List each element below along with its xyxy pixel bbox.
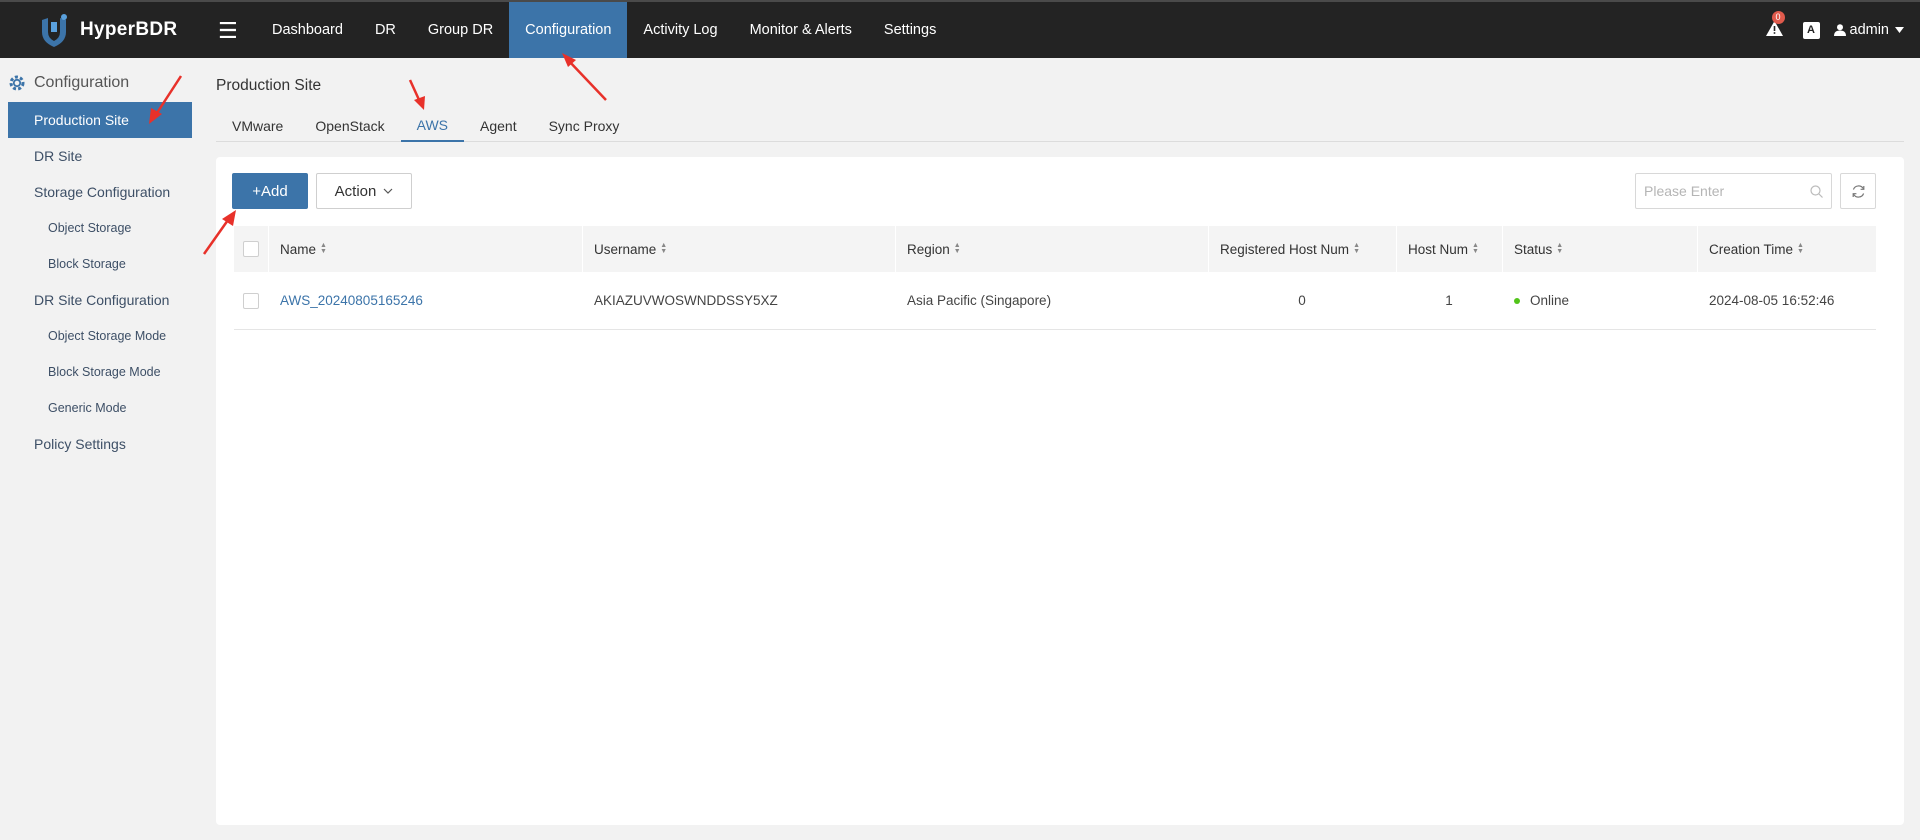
- app-logo[interactable]: HyperBDR: [36, 12, 177, 48]
- annotation-arrow-configuration: [562, 53, 607, 101]
- user-menu[interactable]: admin: [1833, 22, 1904, 38]
- search-box: [1635, 173, 1832, 209]
- sidebar-item-policy-settings[interactable]: Policy Settings: [8, 426, 192, 462]
- top-navbar: HyperBDR ☰ Dashboard DR Group DR Configu…: [0, 0, 1920, 58]
- tab-aws[interactable]: AWS: [400, 110, 464, 142]
- column-header-username[interactable]: Username ▲ ▼: [582, 226, 895, 272]
- sidebar: Configuration Production Site DR Site St…: [0, 58, 200, 840]
- platform-tabs: VMware OpenStack AWS Agent Sync Proxy: [216, 110, 1904, 142]
- sort-icon: ▲ ▼: [1472, 242, 1479, 255]
- sidebar-item-block-storage[interactable]: Block Storage: [8, 246, 192, 282]
- column-header-status[interactable]: Status ▲ ▼: [1502, 226, 1697, 272]
- column-header-registered-host-num[interactable]: Registered Host Num ▲ ▼: [1208, 226, 1396, 272]
- main-nav: Dashboard DR Group DR Configuration Acti…: [256, 2, 952, 58]
- tab-openstack[interactable]: OpenStack: [299, 110, 400, 142]
- sidebar-item-object-storage-mode[interactable]: Object Storage Mode: [8, 318, 192, 354]
- sort-icon: ▲ ▼: [660, 242, 668, 255]
- table-row[interactable]: AWS_20240805165246 AKIAZUVWOSWNDDSSY5XZ …: [234, 272, 1876, 330]
- nav-dr[interactable]: DR: [359, 2, 412, 58]
- status-text: Online: [1530, 293, 1570, 308]
- sidebar-item-block-storage-mode[interactable]: Block Storage Mode: [8, 354, 192, 390]
- nav-configuration[interactable]: Configuration: [509, 2, 628, 58]
- top-right-tools: 0 A admin: [1765, 2, 1904, 58]
- cell-creation-time: 2024-08-05 16:52:46: [1709, 293, 1835, 308]
- sidebar-item-storage-configuration[interactable]: Storage Configuration: [8, 174, 192, 210]
- chevron-down-icon: [383, 188, 393, 194]
- page-title: Production Site: [216, 77, 322, 94]
- refresh-button[interactable]: [1840, 173, 1876, 209]
- sidebar-item-dr-site[interactable]: DR Site: [8, 138, 192, 174]
- sidebar-title: Configuration: [34, 74, 130, 91]
- content-panel: +Add Action Name ▲▼: [216, 157, 1904, 825]
- annotation-arrow-aws-tab: [408, 79, 425, 110]
- nav-dashboard[interactable]: Dashboard: [256, 2, 359, 58]
- action-label: Action: [334, 182, 377, 200]
- sort-icon: ▲ ▼: [1353, 242, 1360, 255]
- search-icon[interactable]: [1810, 184, 1823, 198]
- table-header: Name ▲ ▼ Username ▲ ▼ Region ▲ ▼ Registered…: [234, 226, 1876, 272]
- sidebar-header: Configuration: [8, 74, 129, 92]
- alerts-button[interactable]: 0: [1765, 10, 1785, 40]
- header-cell-select: [234, 226, 268, 272]
- nav-activity-log[interactable]: Activity Log: [627, 2, 733, 58]
- cell-region: Asia Pacific (Singapore): [907, 293, 1052, 308]
- alert-count-badge: 0: [1771, 10, 1785, 24]
- sort-icon: ▲ ▼: [320, 242, 327, 255]
- column-header-name[interactable]: Name ▲ ▼: [268, 226, 582, 272]
- column-header-host-num[interactable]: Host Num ▲ ▼: [1396, 226, 1502, 272]
- refresh-icon: [1852, 184, 1864, 198]
- sidebar-item-generic-mode[interactable]: Generic Mode: [8, 390, 192, 426]
- column-header-creation-time[interactable]: Creation Time ▲ ▼: [1697, 226, 1876, 272]
- select-all-checkbox[interactable]: [243, 241, 259, 257]
- sidebar-item-object-storage[interactable]: Object Storage: [8, 210, 192, 246]
- user-name: admin: [1849, 22, 1890, 38]
- add-button[interactable]: +Add: [232, 173, 308, 209]
- tab-vmware[interactable]: VMware: [216, 110, 299, 142]
- row-select-cell: [234, 272, 268, 329]
- sort-icon: ▲ ▼: [1556, 242, 1564, 255]
- sort-icon: ▲ ▼: [953, 242, 961, 255]
- site-name-link[interactable]: AWS_20240805165246: [280, 293, 423, 308]
- status-dot: [1514, 297, 1520, 304]
- aws-sites-table: Name ▲ ▼ Username ▲ ▼ Region ▲ ▼ Registered…: [234, 226, 1876, 330]
- nav-monitor-alerts[interactable]: Monitor & Alerts: [734, 2, 868, 58]
- tab-agent[interactable]: Agent: [464, 110, 533, 142]
- cell-registered-host-num: 0: [1298, 293, 1306, 308]
- row-checkbox[interactable]: [243, 292, 259, 309]
- cell-name: AWS_20240805165246: [268, 272, 582, 329]
- cell-host-num: 1: [1445, 293, 1453, 308]
- language-icon[interactable]: A: [1802, 21, 1820, 39]
- cell-status: Online: [1502, 272, 1697, 329]
- sort-icon: ▲ ▼: [1797, 242, 1804, 255]
- tab-sync-proxy[interactable]: Sync Proxy: [533, 110, 636, 142]
- sidebar-item-dr-site-configuration[interactable]: DR Site Configuration: [8, 282, 192, 318]
- app-name: HyperBDR: [80, 19, 178, 40]
- menu-toggle-icon[interactable]: ☰: [218, 18, 238, 44]
- caret-down-icon: [1895, 27, 1904, 33]
- user-icon: [1833, 24, 1846, 36]
- column-header-region[interactable]: Region ▲ ▼: [895, 226, 1208, 272]
- sidebar-item-production-site[interactable]: Production Site: [8, 102, 192, 138]
- search-input[interactable]: [1644, 183, 1804, 199]
- gear-icon: [9, 75, 25, 91]
- nav-settings[interactable]: Settings: [868, 2, 952, 58]
- shield-logo-icon: [42, 14, 67, 47]
- action-dropdown[interactable]: Action: [316, 173, 412, 209]
- cell-username: AKIAZUVWOSWNDDSSY5XZ: [594, 293, 778, 308]
- nav-group-dr[interactable]: Group DR: [412, 2, 509, 58]
